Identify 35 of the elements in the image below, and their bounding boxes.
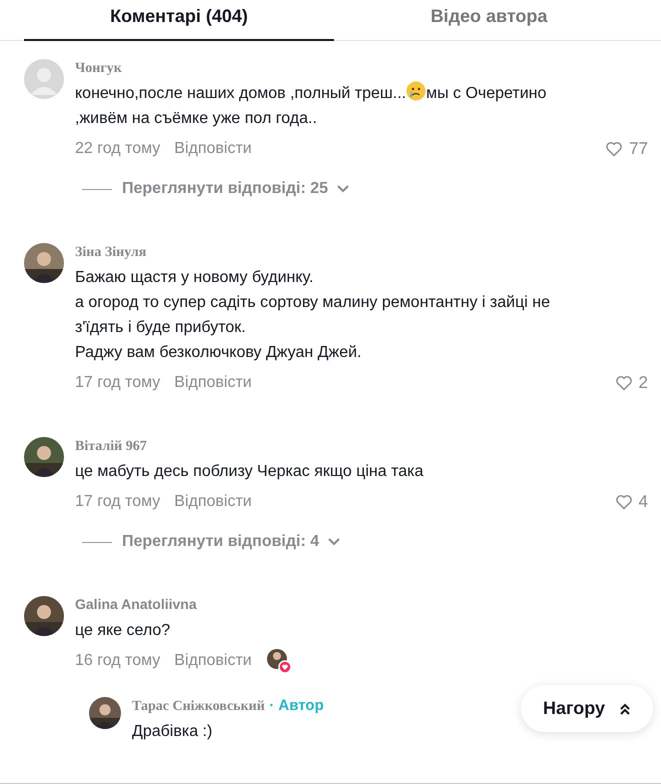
author-name[interactable]: Чонгук: [75, 61, 122, 76]
comment-text: Драбівка :): [132, 722, 214, 742]
scroll-top-button[interactable]: Нагору: [520, 685, 653, 732]
heart-icon: [614, 375, 633, 391]
avatar-icon: [24, 59, 64, 99]
comment-text: конечно,после наших домов ,полный треш... мы с Очеретино ,живём на съёмке уже пол года..: [75, 81, 560, 131]
reply-link[interactable]: Відповісти: [174, 493, 252, 511]
like-button[interactable]: 77: [605, 139, 648, 159]
author-label: · Автор: [269, 697, 324, 714]
comment-text: це мабуть десь поблизу Черкас якщо ціна така: [75, 462, 424, 482]
chevron-down-icon: [327, 537, 342, 547]
crying-emoji-icon: [406, 81, 426, 101]
author-name[interactable]: Зіна Зінуля: [75, 245, 146, 260]
comment-time: 17 год тому: [75, 374, 160, 392]
double-chevron-up-icon: [619, 702, 631, 716]
tab[interactable]: Коментарі (404): [24, 0, 334, 41]
comment-text: це яке село?: [75, 621, 172, 641]
like-button[interactable]: 4: [614, 492, 648, 512]
chevron-down-icon: [336, 184, 350, 194]
reply-link[interactable]: Відповісти: [174, 652, 252, 670]
comment-time: 16 год тому: [75, 652, 160, 670]
heart-icon: [605, 141, 624, 157]
comment-time: 22 год тому: [75, 140, 160, 158]
author-name[interactable]: Віталій 967: [75, 439, 147, 454]
like-button[interactable]: 2: [614, 373, 648, 393]
view-replies-button[interactable]: Переглянути відповіді: 25: [122, 180, 350, 198]
reply-link[interactable]: Відповісти: [174, 140, 252, 158]
comment-time: 17 год тому: [75, 493, 160, 511]
author-name[interactable]: Galina Anatoliivna: [75, 596, 197, 612]
reply-link[interactable]: Відповісти: [174, 374, 252, 392]
author-name[interactable]: Тарас Сніжковський: [132, 699, 265, 714]
comment-text: Бажаю щастя у новому будинку. а огород то супер садіть сортову малину ремонтантну і зайці не з'їдять і буде прибуток. Раджу вам безколючкову Джуан Джей.: [75, 268, 551, 363]
tab[interactable]: Відео автора: [334, 0, 644, 41]
view-replies-button[interactable]: Переглянути відповіді: 4: [122, 533, 342, 551]
heart-icon: [614, 494, 633, 510]
